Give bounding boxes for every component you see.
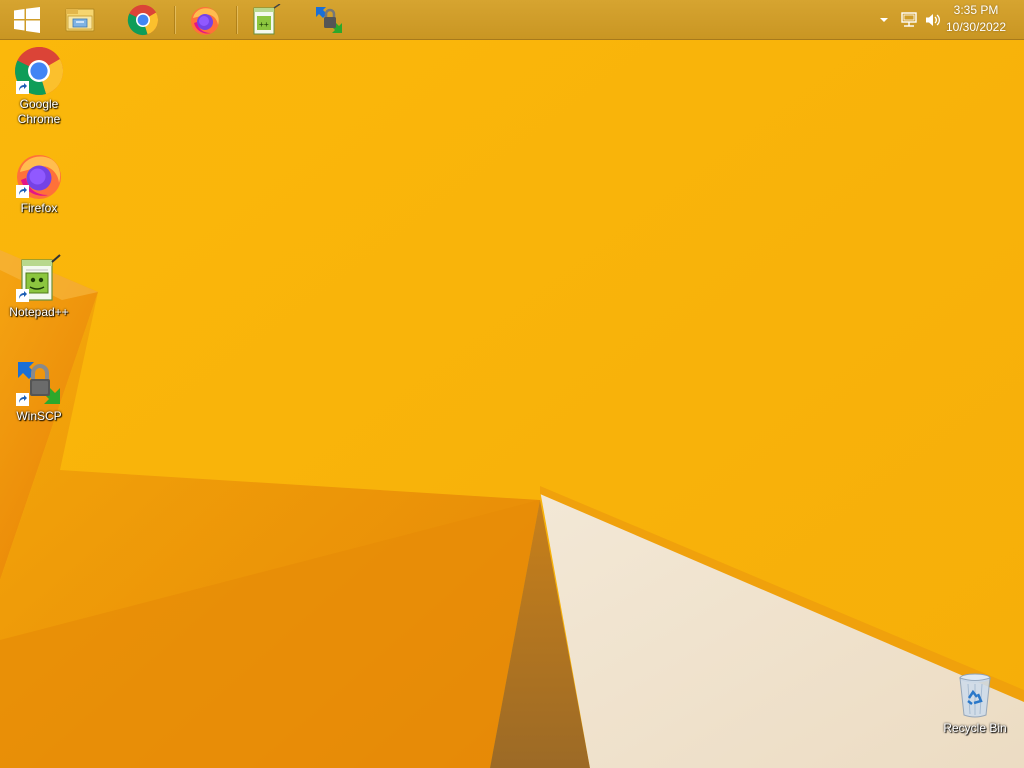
system-tray: 3:35 PM 10/30/2022 [864, 0, 1024, 40]
desktop-icon-winscp[interactable]: WinSCP [1, 358, 77, 424]
taskbar-separator [236, 6, 237, 34]
windows-logo-icon [14, 7, 40, 33]
taskbar-google-chrome[interactable] [116, 0, 170, 40]
shortcut-arrow-icon [16, 81, 29, 94]
winscp-icon [316, 7, 342, 33]
shortcut-arrow-icon [16, 393, 29, 406]
desktop-icon-label: Firefox [20, 201, 58, 215]
desktop-icon-recycle-bin[interactable]: Recycle Bin [937, 670, 1013, 736]
clock-time: 3:35 PM [953, 3, 999, 17]
clock[interactable]: 3:35 PM 10/30/2022 [940, 2, 1012, 36]
clock-date: 10/30/2022 [945, 20, 1007, 34]
taskbar-winscp[interactable] [302, 0, 356, 40]
desktop-icon-label: WinSCP [16, 409, 62, 423]
wallpaper [0, 0, 1024, 768]
desktop-icon-label: Notepad++ [9, 305, 69, 319]
show-hidden-icons-chevron-icon[interactable] [878, 13, 890, 25]
network-icon[interactable] [900, 11, 918, 29]
notepad-plus-plus-icon: ++ [253, 4, 281, 35]
file-explorer-icon [65, 8, 95, 32]
desktop-icon-label: Google Chrome [17, 97, 61, 126]
desktop-icon-notepad-plus-plus[interactable]: Notepad++ [1, 254, 77, 320]
firefox-icon [191, 7, 219, 35]
desktop[interactable]: ++ 3:35 PM 10/30/2022 Google Chrome Fire… [0, 0, 1024, 768]
start-button[interactable] [0, 0, 54, 40]
desktop-icon-firefox[interactable]: Firefox [1, 150, 77, 216]
taskbar: ++ 3:35 PM 10/30/2022 [0, 0, 1024, 40]
recycle-bin-icon [959, 673, 991, 718]
taskbar-separator [174, 6, 175, 34]
taskbar-file-explorer[interactable] [53, 0, 107, 40]
shortcut-arrow-icon [16, 289, 29, 302]
taskbar-firefox[interactable] [178, 0, 232, 40]
shortcut-arrow-icon [16, 185, 29, 198]
taskbar-notepad-plus-plus[interactable]: ++ [239, 0, 293, 40]
desktop-icon-label: Recycle Bin [943, 721, 1007, 735]
chrome-icon [127, 4, 159, 36]
svg-text:++: ++ [259, 20, 269, 29]
desktop-icon-google-chrome[interactable]: Google Chrome [1, 46, 77, 127]
